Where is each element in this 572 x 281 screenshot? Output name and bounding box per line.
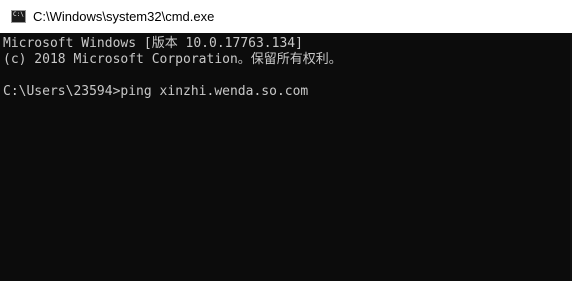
console-version-line: Microsoft Windows [版本 10.0.17763.134] <box>3 36 303 51</box>
cmd-icon[interactable]: C:\ <box>11 10 26 23</box>
console-command-line[interactable]: C:\Users\23594>ping xinzhi.wenda.so.com <box>3 84 308 100</box>
title-bar[interactable]: C:\ C:\Windows\system32\cmd.exe <box>0 0 572 33</box>
console-area[interactable]: Microsoft Windows [版本 10.0.17763.134] (c… <box>0 33 572 281</box>
window-title: C:\Windows\system32\cmd.exe <box>33 9 215 24</box>
console-prompt: C:\Users\23594> <box>3 84 121 99</box>
console-command-input[interactable]: ping xinzhi.wenda.so.com <box>120 84 308 99</box>
cmd-window: C:\ C:\Windows\system32\cmd.exe Microsof… <box>0 0 572 281</box>
cmd-icon-glyph: C:\ <box>13 11 24 18</box>
console-copyright-line: (c) 2018 Microsoft Corporation。保留所有权利。 <box>3 52 342 67</box>
